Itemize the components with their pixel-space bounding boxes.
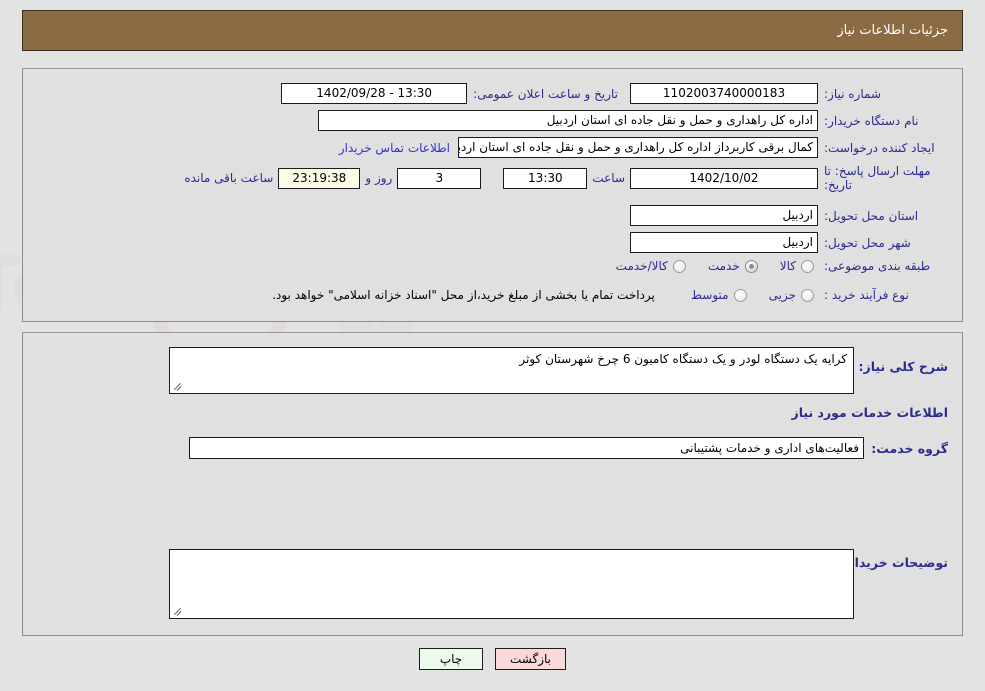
back-button[interactable]: بازگشت (495, 648, 566, 670)
category-option-label: خدمت (707, 259, 740, 273)
buyer-contact-link[interactable]: اطلاعات تماس خریدار (339, 141, 450, 155)
deadline-hour-label: ساعت (592, 171, 625, 185)
radio-circle-icon (744, 259, 758, 273)
radio-circle-icon (801, 288, 814, 302)
resize-handle-icon[interactable] (172, 605, 184, 617)
row-delivery-province: استان محل تحویل: اردبیل (630, 205, 948, 226)
category-label: طبقه بندی موضوعی: (824, 259, 931, 273)
buyer-org-label: نام دستگاه خریدار: (824, 113, 919, 128)
service-group-label: گروه خدمت: (871, 441, 948, 456)
deadline-countdown: 23:19:38 (278, 167, 361, 189)
need-number-label: شماره نیاز: (824, 86, 881, 101)
general-description-value: کرایه یک دستگاه لودر و یک دستگاه کامیون … (519, 352, 847, 366)
general-description-label: شرح کلی نیاز: (858, 359, 948, 374)
delivery-province-value: اردبیل (630, 205, 818, 226)
row-buyer-org: نام دستگاه خریدار: اداره کل راهداری و حم… (318, 110, 948, 131)
delivery-province-label: استان محل تحویل: (824, 208, 919, 223)
radio-circle-icon (733, 288, 747, 302)
row-public-announce: تاریخ و ساعت اعلان عمومی: 13:30 - 1402/0… (281, 83, 618, 104)
deadline-hour: 13:30 (503, 167, 588, 189)
category-radio-kala-khedmat[interactable]: کالا/خدمت (616, 259, 686, 273)
buyer-org-value: اداره کل راهداری و حمل و نقل جاده ای است… (318, 110, 818, 131)
public-announce-label: تاریخ و ساعت اعلان عمومی: (473, 86, 618, 101)
row-delivery-city: شهر محل تحویل: اردبیل (630, 232, 948, 253)
row-purchase-process: نوع فرآیند خرید : جزیی متوسط پرداخت تمام… (272, 288, 948, 302)
page-title: جزئیات اطلاعات نیاز (837, 23, 948, 38)
request-creator-value: کمال برقی کاربرداز اداره کل راهداری و حم… (458, 137, 818, 158)
radio-circle-icon (672, 259, 686, 273)
category-radio-group: کالا خدمت کالا/خدمت (594, 259, 814, 273)
radio-circle-icon (801, 259, 814, 273)
category-option-label: کالا/خدمت (615, 259, 668, 273)
purchase-option-label: جزیی (768, 288, 796, 302)
resize-handle-icon[interactable] (172, 380, 184, 392)
purchase-radio-jozii[interactable]: جزیی (769, 288, 814, 302)
page-header: جزئیات اطلاعات نیاز (22, 10, 963, 51)
deadline-date: 1402/10/02 (630, 167, 818, 189)
purchase-option-label: متوسط (690, 288, 729, 302)
purchase-radio-motavaset[interactable]: متوسط (691, 288, 747, 302)
public-announce-value: 13:30 - 1402/09/28 (281, 83, 468, 104)
service-group-value: فعالیت‌های اداری و خدمات پشتیبانی (189, 437, 864, 459)
row-request-creator: ایجاد کننده درخواست: کمال برقی کاربرداز … (339, 137, 948, 158)
deadline-countdown-unit: ساعت باقی مانده (184, 171, 274, 185)
purchase-process-note: پرداخت تمام یا بخشی از مبلغ خرید،از محل … (272, 288, 655, 302)
request-creator-label: ایجاد کننده درخواست: (824, 140, 935, 155)
deadline-days: 3 (397, 167, 482, 189)
purchase-process-radio-group: جزیی متوسط (669, 288, 814, 302)
need-number-value: 1102003740000183 (630, 83, 818, 104)
category-radio-khedmat[interactable]: خدمت (708, 259, 758, 273)
buyer-notes-textarea[interactable] (169, 549, 854, 619)
category-radio-kala[interactable]: کالا (780, 259, 814, 273)
row-need-number: شماره نیاز: 1102003740000183 (630, 83, 948, 104)
delivery-city-label: شهر محل تحویل: (824, 235, 911, 250)
need-details-panel: شرح کلی نیاز: کرایه یک دستگاه لودر و یک … (22, 332, 963, 636)
need-info-panel: شماره نیاز: 1102003740000183 تاریخ و ساع… (22, 68, 963, 322)
print-button[interactable]: چاپ (419, 648, 483, 670)
buyer-notes-label: توضیحات خریدار: (842, 555, 948, 570)
purchase-process-label: نوع فرآیند خرید : (824, 288, 909, 302)
deadline-label: مهلت ارسال پاسخ: تا تاریخ: (824, 164, 931, 192)
services-section-title: اطلاعات خدمات مورد نیاز (791, 405, 949, 420)
action-button-bar: بازگشت چاپ (0, 648, 985, 670)
general-description-textarea[interactable]: کرایه یک دستگاه لودر و یک دستگاه کامیون … (169, 347, 854, 394)
row-category: طبقه بندی موضوعی: کالا خدمت کالا/خدمت (594, 259, 948, 273)
deadline-days-unit: روز و (365, 171, 393, 185)
category-option-label: کالا (779, 259, 796, 273)
delivery-city-value: اردبیل (630, 232, 818, 253)
row-deadline: مهلت ارسال پاسخ: تا تاریخ: 1402/10/02 سا… (179, 164, 948, 192)
